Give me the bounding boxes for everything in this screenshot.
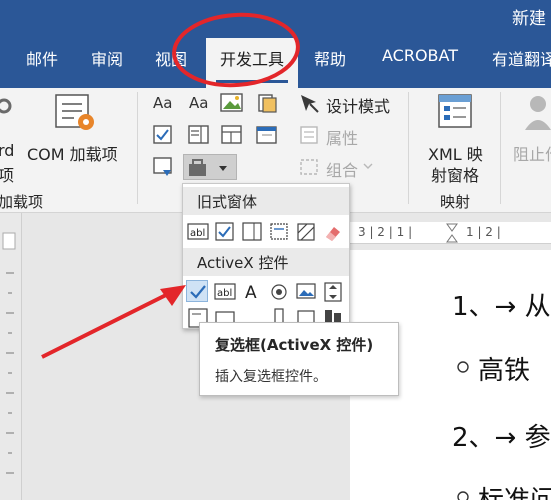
highlight-circle: [172, 12, 300, 88]
app-window: 新建 邮件 审阅 视图 开发工具 帮助 ACROBAT 有道翻译 rd 项 CO…: [0, 0, 551, 500]
annotation-arrow-shaft: [41, 290, 173, 359]
annotation-overlay: [41, 12, 300, 359]
